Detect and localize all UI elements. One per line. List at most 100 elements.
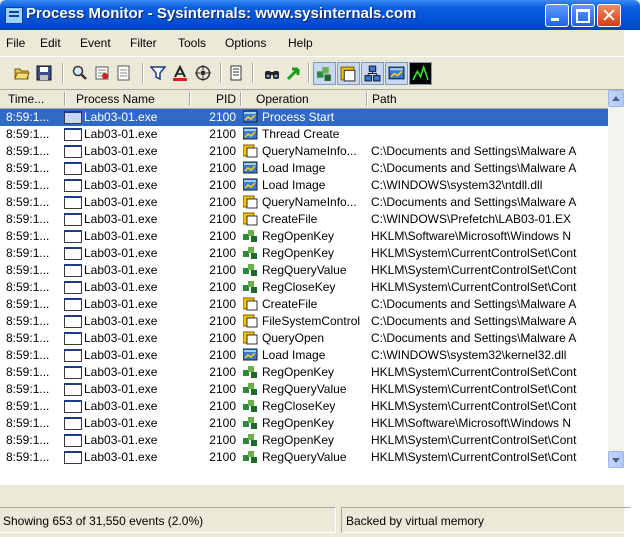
status-event-count: Showing 653 of 31,550 events (2.0%) xyxy=(0,507,336,533)
process-window-icon xyxy=(64,298,82,311)
cell-operation: QueryNameInfo... xyxy=(243,194,371,211)
event-row[interactable]: 8:59:1... Lab03-01.exe 2100 FileSystemContr… xyxy=(0,313,608,330)
maximize-button[interactable] xyxy=(571,4,595,27)
event-row[interactable]: 8:59:1... Lab03-01.exe 2100 Process Start xyxy=(0,109,608,126)
event-row[interactable]: 8:59:1... Lab03-01.exe 2100 Load Image C:\WI… xyxy=(0,177,608,194)
profiling-filter-button[interactable] xyxy=(409,62,432,85)
event-row[interactable]: 8:59:1... Lab03-01.exe 2100 Load Image C:\WI… xyxy=(0,347,608,364)
col-pid[interactable]: PID xyxy=(191,90,236,108)
minimize-button[interactable] xyxy=(545,4,569,27)
close-button[interactable] xyxy=(597,4,621,27)
cell-operation: RegOpenKey xyxy=(243,432,371,449)
process-name: Lab03-01.exe xyxy=(84,127,158,141)
col-time[interactable]: Time... xyxy=(8,90,64,108)
column-divider[interactable] xyxy=(64,92,66,106)
file-icon xyxy=(243,195,258,209)
menu-event[interactable]: Event xyxy=(80,36,111,50)
menu-options[interactable]: Options xyxy=(225,36,266,50)
event-row[interactable]: 8:59:1... Lab03-01.exe 2100 RegOpenKey HKLM\… xyxy=(0,432,608,449)
event-row[interactable]: 8:59:1... Lab03-01.exe 2100 RegOpenKey HKLM\… xyxy=(0,364,608,381)
cell-time: 8:59:1... xyxy=(6,144,50,158)
event-row[interactable]: 8:59:1... Lab03-01.exe 2100 Load Image C:\Do… xyxy=(0,160,608,177)
event-row[interactable]: 8:59:1... Lab03-01.exe 2100 CreateFile C:\Do… xyxy=(0,296,608,313)
network-filter-button[interactable] xyxy=(361,62,384,85)
cell-process: Lab03-01.exe xyxy=(64,177,189,194)
cell-pid: 2100 xyxy=(209,314,236,328)
event-row[interactable]: 8:59:1... Lab03-01.exe 2100 RegCloseKey HKLM… xyxy=(0,398,608,415)
target-icon[interactable] xyxy=(195,65,211,81)
event-row[interactable]: 8:59:1... Lab03-01.exe 2100 RegQueryValue HK… xyxy=(0,449,608,466)
cell-time: 8:59:1... xyxy=(6,110,50,124)
scroll-up-button[interactable] xyxy=(608,90,624,107)
menu-tools[interactable]: Tools xyxy=(178,36,206,50)
registry-filter-button[interactable] xyxy=(313,62,336,85)
toolbar-separator xyxy=(62,63,64,83)
cell-time: 8:59:1... xyxy=(6,178,50,192)
process-name: Lab03-01.exe xyxy=(84,263,158,277)
cell-path: HKLM\Software\Microsoft\Windows N xyxy=(371,416,572,430)
cell-pid: 2100 xyxy=(209,297,236,311)
col-path[interactable]: Path xyxy=(372,90,602,108)
capture-icon[interactable] xyxy=(94,65,110,81)
cell-time: 8:59:1... xyxy=(6,314,50,328)
filesystem-filter-button[interactable] xyxy=(337,62,360,85)
event-row[interactable]: 8:59:1... Lab03-01.exe 2100 RegQueryValue HK… xyxy=(0,381,608,398)
menu-filter[interactable]: Filter xyxy=(130,36,157,50)
col-process-name[interactable]: Process Name xyxy=(76,90,188,108)
menu-edit[interactable]: Edit xyxy=(40,36,61,50)
registry-icon xyxy=(243,366,257,378)
cell-pid: 2100 xyxy=(209,365,236,379)
cell-pid: 2100 xyxy=(209,263,236,277)
col-operation[interactable]: Operation xyxy=(256,90,366,108)
cell-operation: RegOpenKey xyxy=(243,245,371,262)
cell-process: Lab03-01.exe xyxy=(64,330,189,347)
cell-time: 8:59:1... xyxy=(6,382,50,396)
event-row[interactable]: 8:59:1... Lab03-01.exe 2100 QueryNameInfo..… xyxy=(0,194,608,211)
magnify-icon[interactable] xyxy=(72,65,88,81)
process-icon xyxy=(243,127,258,140)
column-divider[interactable] xyxy=(240,92,242,106)
operation-name: RegCloseKey xyxy=(262,280,336,294)
cell-time: 8:59:1... xyxy=(6,229,50,243)
event-row[interactable]: 8:59:1... Lab03-01.exe 2100 RegOpenKey HKLM\… xyxy=(0,245,608,262)
registry-icon xyxy=(317,67,331,81)
vertical-scrollbar[interactable] xyxy=(608,90,624,468)
jump-icon[interactable] xyxy=(286,65,302,81)
save-icon[interactable] xyxy=(36,65,52,81)
profiling-icon xyxy=(412,65,429,81)
event-row[interactable]: 8:59:1... Lab03-01.exe 2100 QueryNameInfo..… xyxy=(0,143,608,160)
menu-file[interactable]: File xyxy=(6,36,25,50)
app-icon[interactable] xyxy=(5,7,23,24)
menu-help[interactable]: Help xyxy=(288,36,313,50)
event-row[interactable]: 8:59:1... Lab03-01.exe 2100 RegCloseKey HKLM… xyxy=(0,279,608,296)
event-row[interactable]: 8:59:1... Lab03-01.exe 2100 RegQueryValue HK… xyxy=(0,262,608,279)
cell-path: HKLM\System\CurrentControlSet\Cont xyxy=(371,399,577,413)
event-row[interactable]: 8:59:1... Lab03-01.exe 2100 Thread Create xyxy=(0,126,608,143)
event-list[interactable]: Time... Process Name PID Operation Path … xyxy=(0,90,624,485)
event-row[interactable]: 8:59:1... Lab03-01.exe 2100 CreateFile C:\WI… xyxy=(0,211,608,228)
cell-pid: 2100 xyxy=(209,331,236,345)
event-row[interactable]: 8:59:1... Lab03-01.exe 2100 QueryOpen C:\Doc… xyxy=(0,330,608,347)
operation-name: RegOpenKey xyxy=(262,365,335,379)
file-icon xyxy=(243,331,258,345)
event-row[interactable]: 8:59:1... Lab03-01.exe 2100 RegOpenKey HKLM\… xyxy=(0,415,608,432)
cell-path: HKLM\System\CurrentControlSet\Cont xyxy=(371,433,577,447)
find-icon[interactable] xyxy=(264,65,280,81)
process-filter-button[interactable] xyxy=(385,62,408,85)
registry-icon xyxy=(243,281,257,293)
filter-icon[interactable] xyxy=(150,65,166,81)
autoscroll-icon[interactable] xyxy=(116,65,132,81)
properties-icon[interactable] xyxy=(228,65,244,81)
window-title: Process Monitor - Sysinternals: www.sysi… xyxy=(26,5,417,22)
process-window-icon xyxy=(64,281,82,294)
scroll-down-button[interactable] xyxy=(608,451,624,468)
process-name: Lab03-01.exe xyxy=(84,331,158,345)
column-divider[interactable] xyxy=(366,92,368,106)
title-bar[interactable]: Process Monitor - Sysinternals: www.sysi… xyxy=(0,0,640,30)
event-row[interactable]: 8:59:1... Lab03-01.exe 2100 RegOpenKey HKLM\… xyxy=(0,228,608,245)
open-icon[interactable] xyxy=(14,65,30,81)
cell-path: HKLM\System\CurrentControlSet\Cont xyxy=(371,382,577,396)
cell-process: Lab03-01.exe xyxy=(64,211,189,228)
highlight-icon[interactable] xyxy=(172,65,188,81)
cell-path: HKLM\System\CurrentControlSet\Cont xyxy=(371,263,577,277)
